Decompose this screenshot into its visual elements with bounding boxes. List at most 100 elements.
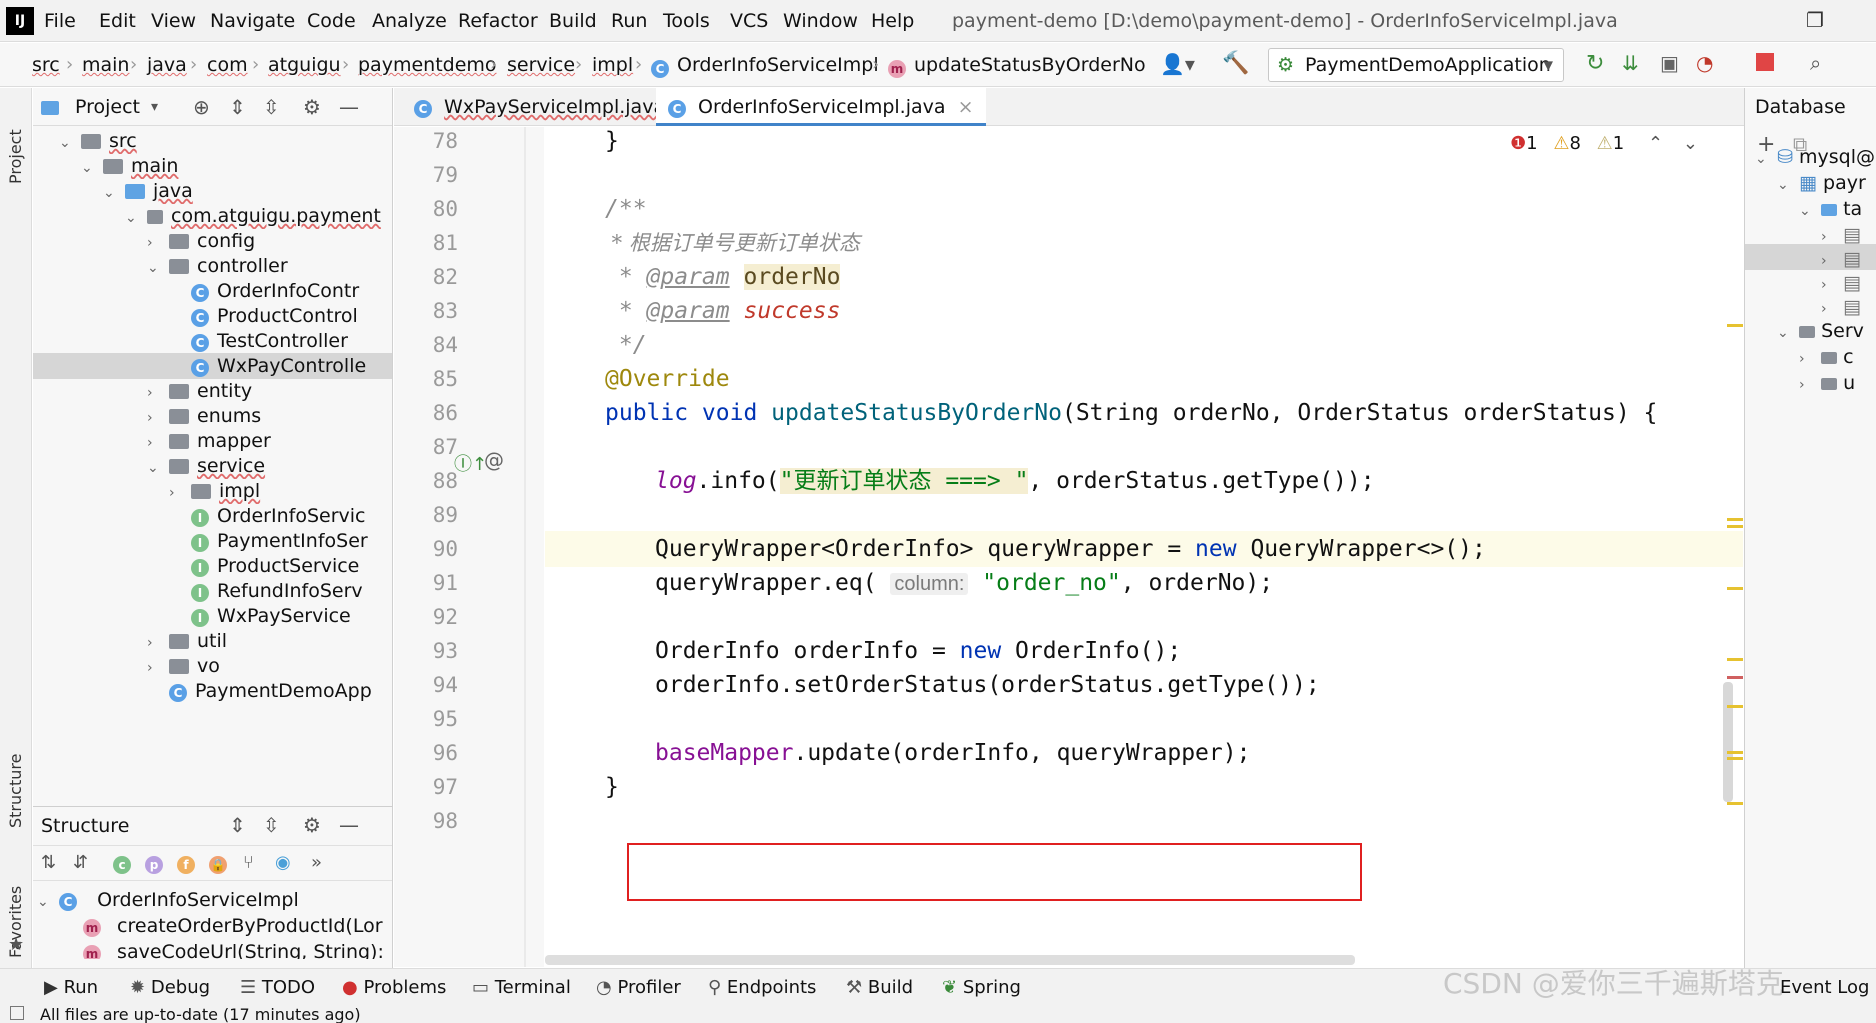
inspection-widget[interactable]: ❶1 ⚠8 ⚠1 ⌃ ⌄ — [1510, 127, 1698, 161]
line-number[interactable]: 78 — [433, 124, 458, 158]
project-tree-item[interactable]: ⌄ service — [33, 453, 392, 479]
show-properties-icon[interactable]: p — [145, 852, 163, 874]
rerun-icon[interactable]: ↻ — [1586, 51, 1604, 76]
error-stripe[interactable] — [1727, 676, 1743, 679]
line-number[interactable]: 92 — [433, 600, 458, 634]
annotation-icon[interactable]: @ — [484, 448, 504, 472]
menu-edit[interactable]: Edit — [99, 8, 136, 34]
menu-code[interactable]: Code — [307, 8, 356, 34]
restore-window-icon[interactable]: ❐ — [1806, 8, 1824, 32]
line-number[interactable]: 85 — [433, 362, 458, 396]
filter-icon[interactable]: ⑂ — [243, 852, 254, 873]
status-toggle-icon[interactable] — [10, 1006, 24, 1020]
project-tree-item[interactable]: C ProductControl — [33, 303, 392, 329]
menu-run[interactable]: Run — [611, 8, 647, 34]
endpoints-tool-button[interactable]: ⚲ Endpoints — [708, 975, 816, 1001]
menu-view[interactable]: View — [151, 8, 196, 34]
db-table-row[interactable]: › ▤ — [1821, 270, 1876, 296]
chevron-right-icon[interactable]: › — [147, 380, 163, 404]
search-icon[interactable]: ⌕ — [1810, 51, 1821, 75]
menu-navigate[interactable]: Navigate — [210, 8, 295, 34]
structure-item[interactable]: m createOrderByProductId(Lor — [83, 913, 389, 939]
terminal-tool-button[interactable]: ▭ Terminal — [472, 975, 571, 1001]
line-number[interactable]: 79 — [433, 158, 458, 192]
run-tool-button[interactable]: ▶ Run — [44, 975, 98, 1001]
breadcrumb-src[interactable]: src — [32, 52, 60, 78]
chevron-down-icon[interactable]: ⌄ — [1683, 133, 1698, 154]
db-tree-item[interactable]: ⌄ ta — [1799, 196, 1876, 222]
chevron-right-icon[interactable]: › — [147, 430, 163, 454]
project-tree-item[interactable]: › entity — [33, 378, 392, 404]
db-tree-item[interactable]: › c — [1799, 344, 1876, 370]
project-tree-item[interactable]: I OrderInfoServic — [33, 503, 392, 529]
chevron-down-icon[interactable]: ⌄ — [147, 255, 163, 279]
breadcrumb-com[interactable]: com — [207, 52, 248, 78]
project-tree-item[interactable]: › enums — [33, 403, 392, 429]
gear-icon[interactable]: ⚙ — [303, 88, 321, 126]
chevron-down-icon[interactable]: ⌄ — [125, 205, 141, 229]
project-tree-item[interactable]: ⌄ controller — [33, 253, 392, 279]
db-table-row[interactable]: › ▤ — [1821, 246, 1876, 272]
project-tree-item[interactable]: C OrderInfoContr — [33, 278, 392, 304]
build-tool-button[interactable]: ⚒ Build — [846, 975, 913, 1001]
chevron-down-icon[interactable]: ⌄ — [103, 180, 119, 204]
project-tree-item[interactable]: ⌄ com.atguigu.payment — [33, 203, 392, 229]
db-tree-item[interactable]: ⌄ ▦ payr — [1777, 170, 1876, 196]
profiler-icon[interactable]: ◔ — [1696, 51, 1713, 75]
chevron-right-icon[interactable]: › — [147, 630, 163, 654]
line-number[interactable]: 84 — [433, 328, 458, 362]
breadcrumb-paymentdemo[interactable]: paymentdemo — [358, 52, 497, 78]
project-panel-title[interactable]: Project — [75, 88, 140, 126]
hide-panel-icon[interactable]: — — [339, 813, 359, 837]
todo-tool-button[interactable]: ☰ TODO — [240, 975, 315, 1001]
line-number[interactable]: 96 — [433, 736, 458, 770]
expand-all-icon[interactable]: ⇕ — [229, 813, 246, 837]
collapse-all-icon[interactable]: ⇳ — [263, 813, 280, 837]
line-number[interactable]: 91 — [433, 566, 458, 600]
autoscroll-icon[interactable]: ◉ — [275, 852, 291, 873]
menu-help[interactable]: Help — [871, 8, 914, 34]
run-tests-icon[interactable]: ⇊ — [1622, 51, 1639, 75]
project-tree-item[interactable]: I RefundInfoServ — [33, 578, 392, 604]
project-tree-item[interactable]: › config — [33, 228, 392, 254]
project-tree-item[interactable]: C TestController — [33, 328, 392, 354]
warning-stripe[interactable] — [1727, 658, 1743, 661]
breadcrumb-class[interactable]: OrderInfoServiceImpl — [677, 52, 879, 78]
project-tree-item[interactable]: I ProductService — [33, 553, 392, 579]
menu-analyze[interactable]: Analyze — [372, 8, 447, 34]
line-number[interactable]: 86 — [433, 396, 458, 430]
chevron-right-icon[interactable]: › — [147, 655, 163, 679]
line-number[interactable]: 97 — [433, 770, 458, 804]
chevron-down-icon[interactable]: ⌄ — [59, 130, 75, 154]
warning-stripe[interactable] — [1727, 802, 1743, 805]
database-panel-title[interactable]: Database — [1755, 88, 1846, 126]
hide-panel-icon[interactable]: — — [339, 88, 359, 126]
breadcrumb-service[interactable]: service — [507, 52, 575, 78]
menu-file[interactable]: File — [44, 8, 76, 34]
line-number[interactable]: 98 — [433, 804, 458, 838]
project-tree-item[interactable]: ⌄ java — [33, 178, 392, 204]
collapse-all-icon[interactable]: ⇳ — [263, 88, 280, 126]
sort-visibility-icon[interactable]: ⇵ — [73, 852, 88, 873]
structure-tool-tab[interactable]: Structure — [6, 728, 25, 828]
coverage-icon[interactable]: ▣ — [1660, 51, 1679, 75]
profiler-tool-button[interactable]: ◔ Profiler — [596, 975, 681, 1001]
spring-tool-button[interactable]: ❦ Spring — [942, 975, 1021, 1001]
project-tree-item[interactable]: ⌄ src — [33, 128, 392, 154]
line-number[interactable]: 82 — [433, 260, 458, 294]
menu-refactor[interactable]: Refactor — [458, 8, 538, 34]
project-tree-item[interactable]: I WxPayService — [33, 603, 392, 629]
hammer-build-icon[interactable]: 🔨 — [1222, 51, 1249, 76]
expand-all-icon[interactable]: ⇕ — [229, 88, 246, 126]
breadcrumb-atguigu[interactable]: atguigu — [268, 52, 341, 78]
structure-root[interactable]: ⌄ C OrderInfoServiceImpl — [37, 887, 387, 913]
project-tree-item[interactable]: › util — [33, 628, 392, 654]
breadcrumb-method[interactable]: updateStatusByOrderNo — [914, 52, 1146, 78]
menu-tools[interactable]: Tools — [663, 8, 710, 34]
line-number[interactable]: 83 — [433, 294, 458, 328]
line-number[interactable]: 93 — [433, 634, 458, 668]
horizontal-scrollbar[interactable] — [545, 955, 1355, 965]
project-tool-tab[interactable]: Project — [6, 94, 25, 184]
breadcrumb-java[interactable]: java — [147, 52, 187, 78]
warning-stripe[interactable] — [1727, 757, 1743, 760]
